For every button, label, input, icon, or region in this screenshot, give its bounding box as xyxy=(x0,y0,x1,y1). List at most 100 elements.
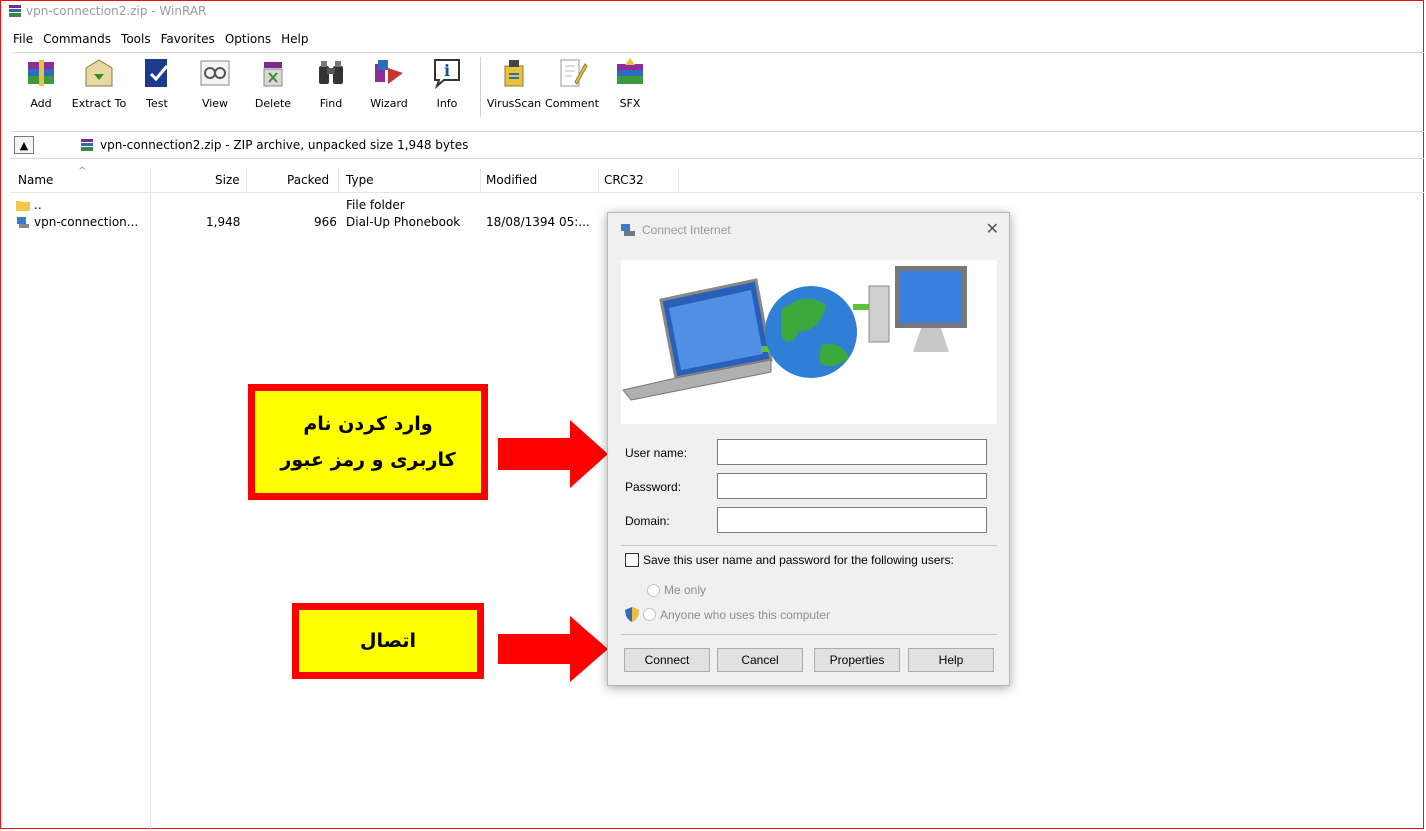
file-row-parent[interactable]: .. File folder xyxy=(10,198,690,215)
divider xyxy=(621,545,997,546)
file-packed: 966 xyxy=(314,215,337,229)
network-connection-icon xyxy=(621,224,635,236)
address-field[interactable]: vpn-connection2.zip - ZIP archive, unpac… xyxy=(80,138,468,152)
anyone-label: Anyone who uses this computer xyxy=(660,607,831,622)
domain-input[interactable] xyxy=(717,507,987,533)
column-modified[interactable]: Modified xyxy=(486,173,537,187)
column-packed[interactable]: Packed xyxy=(287,173,329,187)
virusscan-button[interactable]: VirusScan xyxy=(485,53,543,110)
network-illustration xyxy=(621,260,997,424)
file-row-vpn[interactable]: vpn-connection... 1,948 966 Dial-Up Phon… xyxy=(10,215,690,232)
add-archive-icon xyxy=(23,55,59,91)
window-title: vpn-connection2.zip - WinRAR xyxy=(26,4,207,18)
uac-shield-icon xyxy=(625,607,639,622)
arrow-right-icon xyxy=(498,420,608,488)
name-column-line xyxy=(150,192,151,831)
sfx-button[interactable]: SFX xyxy=(601,53,659,110)
close-icon[interactable]: ✕ xyxy=(986,219,999,239)
menu-bar: File Commands Tools Favorites Options He… xyxy=(12,32,309,46)
help-button[interactable]: Help xyxy=(908,648,994,672)
properties-button[interactable]: Properties xyxy=(814,648,900,672)
toolbar: Add Extract To Test View Delete Find Wiz… xyxy=(12,52,1424,123)
view-button[interactable]: View xyxy=(186,53,244,110)
sfx-icon xyxy=(612,55,648,91)
column-crc32[interactable]: CRC32 xyxy=(604,173,644,187)
password-label: Password: xyxy=(625,480,682,494)
menu-file[interactable]: File xyxy=(12,32,34,46)
column-divider xyxy=(678,168,679,192)
anyone-radio[interactable]: Anyone who uses this computer xyxy=(625,607,830,622)
address-bar: ▲ vpn-connection2.zip - ZIP archive, unp… xyxy=(10,131,1424,159)
menu-commands[interactable]: Commands xyxy=(42,32,112,46)
laptop-icon xyxy=(622,278,773,401)
view-icon xyxy=(197,55,233,91)
column-type[interactable]: Type xyxy=(346,173,374,187)
connect-internet-dialog: Connect Internet ✕ User name: Password: … xyxy=(607,212,1010,686)
toolbar-separator xyxy=(480,57,481,117)
callout-line-2: کاربری و رمز عبور xyxy=(280,449,456,471)
extract-to-icon xyxy=(81,55,117,91)
column-size[interactable]: Size xyxy=(215,173,240,187)
file-type: File folder xyxy=(346,198,405,212)
file-list: .. File folder vpn-connection... 1,948 9… xyxy=(10,198,690,232)
delete-button[interactable]: Delete xyxy=(244,53,302,110)
file-size: 1,948 xyxy=(206,215,241,229)
column-name[interactable]: Name xyxy=(18,173,53,187)
divider xyxy=(621,634,997,635)
delete-icon xyxy=(255,55,291,91)
menu-tools[interactable]: Tools xyxy=(120,32,152,46)
column-divider xyxy=(246,168,247,192)
username-label: User name: xyxy=(625,446,688,460)
radio-circle xyxy=(643,608,656,621)
virusscan-icon xyxy=(496,55,532,91)
username-input[interactable] xyxy=(717,439,987,465)
connect-callout: اتصال xyxy=(292,603,484,679)
globe-icon xyxy=(765,286,857,378)
menu-help[interactable]: Help xyxy=(280,32,309,46)
test-button[interactable]: Test xyxy=(128,53,186,110)
up-folder-button[interactable]: ▲ xyxy=(14,136,34,154)
zip-archive-icon xyxy=(81,139,93,151)
find-button[interactable]: Find xyxy=(302,53,360,110)
folder-icon xyxy=(16,199,30,214)
test-icon xyxy=(139,55,175,91)
column-divider xyxy=(598,168,599,192)
file-name: .. xyxy=(34,198,42,212)
dialog-title: Connect Internet xyxy=(642,223,731,237)
comment-icon xyxy=(554,55,590,91)
add-button[interactable]: Add xyxy=(12,53,70,110)
menu-options[interactable]: Options xyxy=(224,32,272,46)
info-button[interactable]: i Info xyxy=(418,53,476,110)
comment-button[interactable]: Comment xyxy=(543,53,601,110)
title-bar: vpn-connection2.zip - WinRAR xyxy=(8,2,206,20)
file-list-header: Name ^ Size Packed Type Modified CRC32 xyxy=(10,166,1424,193)
password-input[interactable] xyxy=(717,473,987,499)
info-icon: i xyxy=(429,55,465,91)
callout-connect-text: اتصال xyxy=(360,630,416,652)
radio-circle xyxy=(647,583,660,597)
me-only-label: Me only xyxy=(664,583,707,597)
callout-line-1: وارد کردن نام xyxy=(303,413,433,435)
desktop-computer-icon xyxy=(868,266,967,352)
save-credentials-checkbox[interactable]: Save this user name and password for the… xyxy=(625,553,954,567)
menu-favorites[interactable]: Favorites xyxy=(160,32,216,46)
file-type: Dial-Up Phonebook xyxy=(346,215,461,229)
arrow-right-icon xyxy=(498,616,608,682)
wizard-button[interactable]: Wizard xyxy=(360,53,418,110)
me-only-radio[interactable]: Me only xyxy=(647,583,706,597)
file-name: vpn-connection... xyxy=(34,215,139,229)
connect-button[interactable]: Connect xyxy=(624,648,710,672)
credentials-callout: وارد کردن نام کاربری و رمز عبور xyxy=(248,384,488,500)
arrow-up-icon: ▲ xyxy=(19,138,29,152)
column-divider xyxy=(150,168,151,192)
sort-caret-icon: ^ xyxy=(78,166,87,177)
column-divider xyxy=(338,168,339,192)
cancel-button[interactable]: Cancel xyxy=(717,648,803,672)
column-divider xyxy=(480,168,481,192)
svg-text:i: i xyxy=(444,61,450,80)
address-text: vpn-connection2.zip - ZIP archive, unpac… xyxy=(100,138,469,152)
domain-label: Domain: xyxy=(625,514,670,528)
extract-to-button[interactable]: Extract To xyxy=(70,53,128,110)
file-modified: 18/08/1394 05:... xyxy=(486,215,590,229)
wizard-icon xyxy=(371,55,407,91)
